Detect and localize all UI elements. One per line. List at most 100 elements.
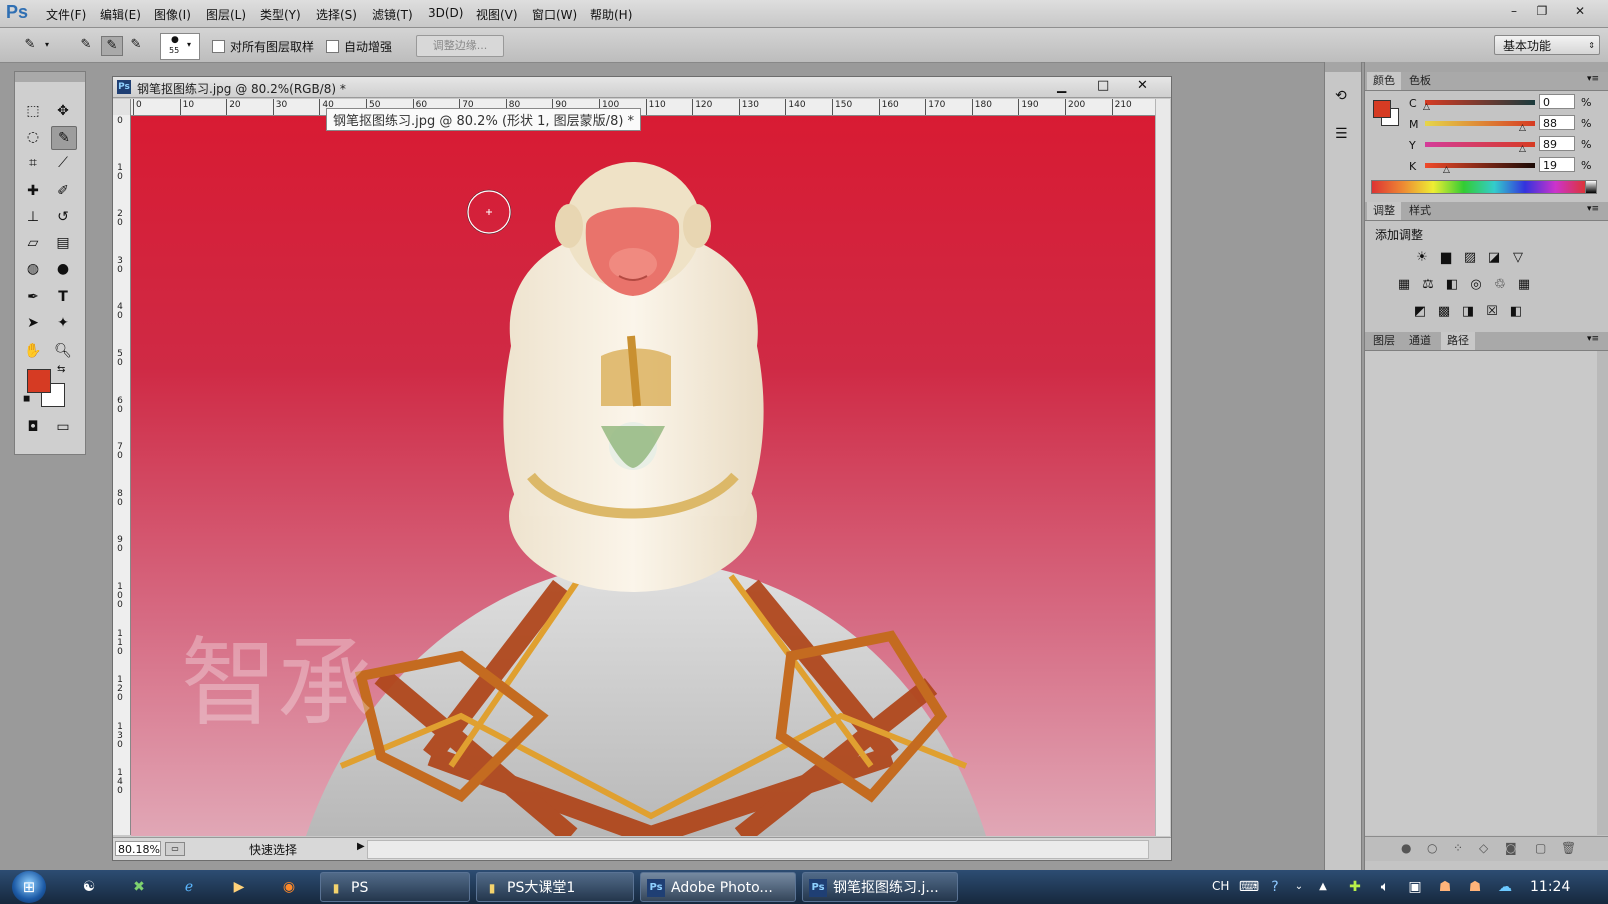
document-titlebar[interactable]: Ps 钢笔抠图练习.jpg @ 80.2%(RGB/8) * ▁ □ ✕	[113, 77, 1171, 98]
taskbar-item-photoshop[interactable]: Ps Adobe Photo...	[640, 872, 796, 902]
gradient-map-adjustment-icon[interactable]: ◧	[1507, 304, 1525, 320]
yellow-value[interactable]: 89	[1539, 136, 1575, 151]
cyan-value[interactable]: 0	[1539, 94, 1575, 109]
eyedropper-tool-icon[interactable]: ⟋	[51, 152, 75, 174]
new-selection-brush-icon[interactable]: ✎	[76, 36, 96, 54]
paths-list[interactable]	[1365, 351, 1597, 835]
menu-image[interactable]: 图像(I)	[154, 6, 191, 23]
history-brush-tool-icon[interactable]: ↺	[51, 206, 75, 228]
vibrance-adjustment-icon[interactable]: ▽	[1509, 250, 1527, 266]
keyboard-icon[interactable]: ⌨	[1238, 877, 1260, 897]
taskbar-item-document[interactable]: Ps 钢笔抠图练习.j...	[802, 872, 958, 902]
load-selection-icon[interactable]: ⁘	[1453, 841, 1463, 855]
chevron-down-icon[interactable]: ▾	[42, 36, 52, 54]
cyan-slider[interactable]	[1425, 100, 1535, 105]
gradient-tool-icon[interactable]: ▤	[51, 232, 75, 254]
app-restore-button[interactable]: ❐	[1530, 2, 1554, 20]
strip-header[interactable]	[1325, 62, 1361, 72]
slider-thumb-icon[interactable]: △	[1443, 165, 1450, 175]
app-minimize-button[interactable]: –	[1502, 2, 1526, 20]
eraser-tool-icon[interactable]: ▱	[21, 232, 45, 254]
status-preview-icon[interactable]: ▭	[165, 842, 185, 856]
panels-header[interactable]	[1365, 62, 1608, 72]
qq-icon[interactable]: ☯	[78, 877, 100, 897]
menu-view[interactable]: 视图(V)	[476, 6, 518, 23]
menu-edit[interactable]: 编辑(E)	[100, 6, 141, 23]
black-value[interactable]: 19	[1539, 157, 1575, 172]
tab-color[interactable]: 颜色	[1367, 72, 1401, 90]
black-slider[interactable]	[1425, 163, 1535, 168]
sample-all-layers-checkbox[interactable]	[212, 40, 225, 53]
tab-swatches[interactable]: 色板	[1403, 72, 1437, 90]
menu-help[interactable]: 帮助(H)	[590, 6, 632, 23]
panel-menu-icon[interactable]: ▾≡	[1587, 74, 1599, 84]
image-canvas[interactable]: 智承	[131, 116, 1167, 836]
slider-thumb-icon[interactable]: △	[1423, 102, 1430, 112]
fill-path-icon[interactable]: ●	[1401, 841, 1411, 855]
tab-adjustments[interactable]: 调整	[1367, 202, 1401, 220]
doc-maximize-button[interactable]: □	[1097, 78, 1109, 93]
slider-thumb-icon[interactable]: △	[1519, 144, 1526, 154]
menu-3d[interactable]: 3D(D)	[428, 6, 463, 20]
menu-filter[interactable]: 滤镜(T)	[372, 6, 413, 23]
invert-adjustment-icon[interactable]: ◩	[1411, 304, 1429, 320]
color-spectrum-bar[interactable]	[1371, 180, 1587, 194]
tray-cloud-icon[interactable]: ☁	[1494, 877, 1516, 897]
browser-icon[interactable]: ◉	[278, 877, 300, 897]
help-icon[interactable]: ?	[1264, 877, 1286, 897]
slider-thumb-icon[interactable]: △	[1519, 123, 1526, 133]
photo-filter-adjustment-icon[interactable]: ◎	[1467, 277, 1485, 293]
default-colors-icon[interactable]: ◼	[23, 394, 30, 404]
doc-minimize-button[interactable]: ▁	[1057, 79, 1066, 93]
zoom-level-field[interactable]: 80.18%	[115, 841, 161, 856]
marquee-tool-icon[interactable]: ⬚	[21, 100, 45, 122]
threshold-adjustment-icon[interactable]: ◨	[1459, 304, 1477, 320]
menu-window[interactable]: 窗口(W)	[532, 6, 577, 23]
show-hidden-icons[interactable]: ▲	[1312, 877, 1334, 897]
add-mask-icon[interactable]: ◙	[1505, 841, 1517, 855]
dodge-tool-icon[interactable]: ●	[51, 258, 75, 280]
ie-icon[interactable]: ℯ	[178, 877, 200, 897]
ruler-origin[interactable]	[113, 99, 131, 116]
subtract-selection-brush-icon[interactable]: ✎	[126, 36, 146, 54]
excel-icon[interactable]: ✖	[128, 877, 150, 897]
lasso-tool-icon[interactable]: ◌	[21, 126, 45, 148]
menu-layer[interactable]: 图层(L)	[206, 6, 246, 23]
start-button[interactable]: ⊞	[12, 871, 46, 903]
taskbar-item-ps-folder[interactable]: ▮ PS	[320, 872, 470, 902]
path-selection-tool-icon[interactable]: ➤	[21, 312, 45, 334]
chevron-down-icon[interactable]: ▾	[187, 40, 191, 49]
taskbar-clock[interactable]: 11:24	[1530, 879, 1570, 895]
black-white-adjustment-icon[interactable]: ◧	[1443, 277, 1461, 293]
brightness-adjustment-icon[interactable]: ☀	[1413, 250, 1431, 266]
healing-brush-tool-icon[interactable]: ✚	[21, 180, 45, 202]
curves-adjustment-icon[interactable]: ▨	[1461, 250, 1479, 266]
move-tool-icon[interactable]: ✥	[51, 100, 75, 122]
menu-select[interactable]: 选择(S)	[316, 6, 357, 23]
crop-tool-icon[interactable]: ⌗	[21, 152, 45, 174]
posterize-adjustment-icon[interactable]: ▩	[1435, 304, 1453, 320]
quick-mask-icon[interactable]: ◘	[21, 416, 45, 438]
horizontal-ruler[interactable]: 0 10 20 30 40 50 60 70 80 90 100 110 120 130 140 150 160…	[131, 99, 1167, 116]
language-indicator[interactable]: CH	[1212, 879, 1229, 893]
vertical-scrollbar[interactable]	[1155, 99, 1170, 836]
add-selection-brush-icon[interactable]: ✎	[101, 36, 123, 56]
workspace-select[interactable]: 基本功能 ⇕	[1494, 35, 1600, 55]
taskbar-item-ps-class-folder[interactable]: ▮ PS大课堂1	[476, 872, 634, 902]
auto-enhance-checkbox[interactable]	[326, 40, 339, 53]
screen-mode-icon[interactable]: ▭	[51, 416, 75, 438]
media-player-icon[interactable]: ▶	[228, 877, 250, 897]
clone-stamp-tool-icon[interactable]: ⊥	[21, 206, 45, 228]
custom-shape-tool-icon[interactable]: ✦	[51, 312, 75, 334]
hue-saturation-adjustment-icon[interactable]: ▦	[1395, 277, 1413, 293]
doc-close-button[interactable]: ✕	[1137, 78, 1148, 93]
new-path-icon[interactable]: ▢	[1535, 841, 1546, 855]
tab-channels[interactable]: 通道	[1403, 332, 1437, 350]
blur-tool-icon[interactable]: ◍	[21, 258, 45, 280]
volume-icon[interactable]: 🔈︎	[1374, 877, 1396, 897]
refine-edge-button[interactable]: 调整边缘...	[416, 35, 504, 57]
delete-path-icon[interactable]: 🗑︎	[1561, 841, 1576, 855]
panel-menu-icon[interactable]: ▾≡	[1587, 334, 1599, 344]
vertical-ruler[interactable]: 0 10 20 30 40 50 60 70 80 90 100 110 120 130 140	[113, 115, 131, 835]
horizontal-scrollbar[interactable]	[367, 840, 1149, 859]
